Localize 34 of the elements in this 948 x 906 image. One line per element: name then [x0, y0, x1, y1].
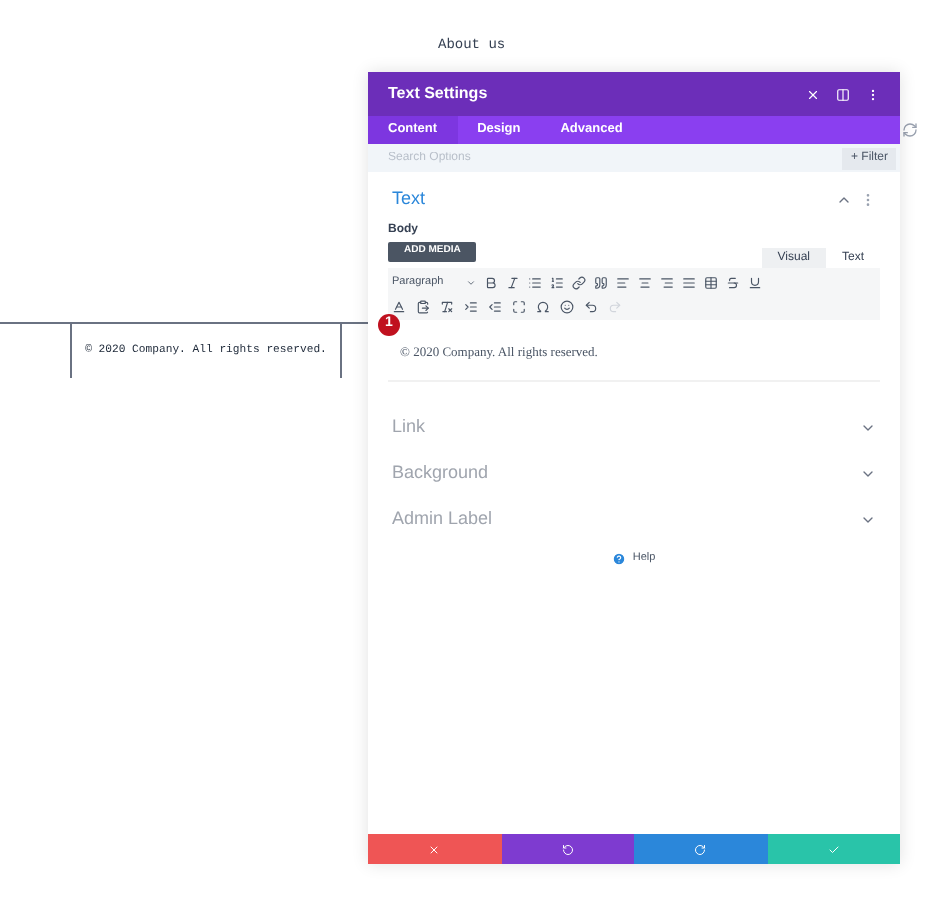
- caret-icon: [466, 277, 476, 287]
- emoji-icon[interactable]: [560, 299, 574, 313]
- undo-icon: [561, 843, 574, 855]
- align-justify-icon[interactable]: [682, 275, 696, 289]
- indent-icon[interactable]: [464, 299, 478, 313]
- more-icon[interactable]: [866, 87, 880, 101]
- fullscreen-icon[interactable]: [512, 299, 526, 313]
- quote-icon[interactable]: [594, 275, 608, 289]
- outdent-icon[interactable]: [488, 299, 502, 313]
- close-icon[interactable]: [806, 87, 820, 101]
- help-icon: [612, 551, 627, 566]
- underline-icon[interactable]: [748, 275, 762, 289]
- strikethrough-icon[interactable]: [726, 275, 740, 289]
- undo-icon[interactable]: [584, 299, 598, 313]
- link-icon[interactable]: [572, 275, 586, 289]
- refresh-icon[interactable]: [902, 122, 918, 138]
- check-icon: [827, 843, 840, 855]
- redo-icon: [694, 843, 707, 855]
- align-right-icon[interactable]: [660, 275, 674, 289]
- align-left-icon[interactable]: [616, 275, 630, 289]
- paste-icon[interactable]: [416, 299, 430, 313]
- table-icon[interactable]: [704, 275, 718, 289]
- bold-icon[interactable]: [484, 275, 498, 289]
- numbered-list-icon[interactable]: [550, 275, 564, 289]
- text-color-icon[interactable]: [392, 299, 406, 313]
- section-title[interactable]: Text: [392, 185, 426, 213]
- italic-icon[interactable]: [506, 275, 520, 289]
- split-view-icon[interactable]: [836, 87, 850, 101]
- bullet-list-icon[interactable]: [528, 275, 542, 289]
- clear-format-icon[interactable]: [440, 299, 454, 313]
- window-title: Text Settings: [388, 82, 488, 106]
- align-center-icon[interactable]: [638, 275, 652, 289]
- close-icon: [428, 843, 441, 855]
- omega-icon[interactable]: [536, 299, 550, 313]
